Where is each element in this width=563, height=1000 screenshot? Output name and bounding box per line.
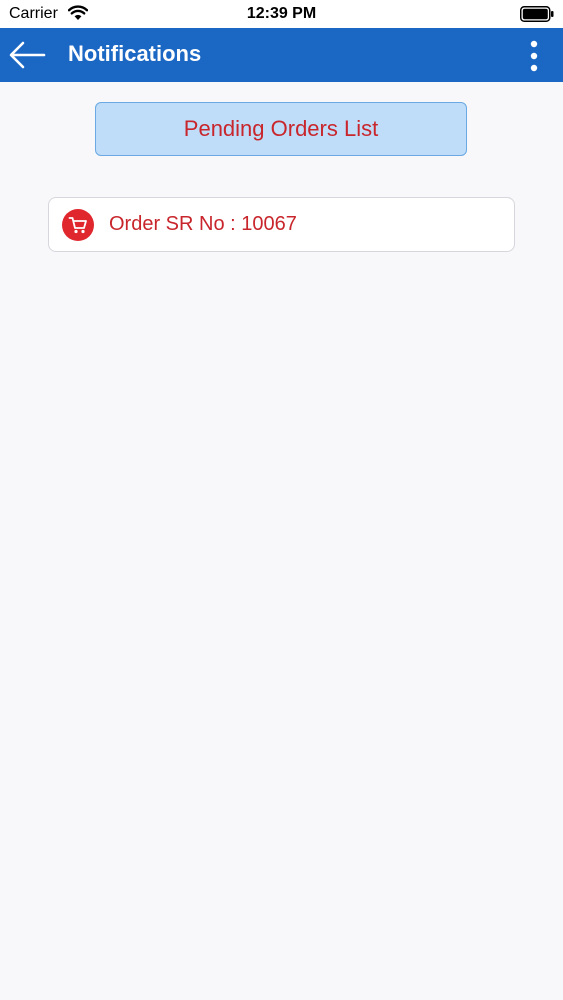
order-list-item[interactable]: Order SR No : 10067: [48, 197, 515, 252]
pending-orders-button[interactable]: Pending Orders List: [95, 102, 467, 156]
pending-orders-label: Pending Orders List: [183, 116, 379, 141]
status-time: 12:39 PM: [246, 5, 317, 22]
status-bar: Carrier 12:39 PM: [0, 0, 563, 28]
back-arrow-icon[interactable]: [8, 40, 46, 70]
order-label: Order SR No : 10067: [109, 213, 297, 235]
more-options-icon[interactable]: [527, 40, 541, 72]
page-title: Notifications: [68, 41, 202, 66]
battery-icon: [520, 6, 554, 22]
cart-icon: [62, 208, 94, 241]
app-bar: Notifications: [0, 28, 563, 82]
